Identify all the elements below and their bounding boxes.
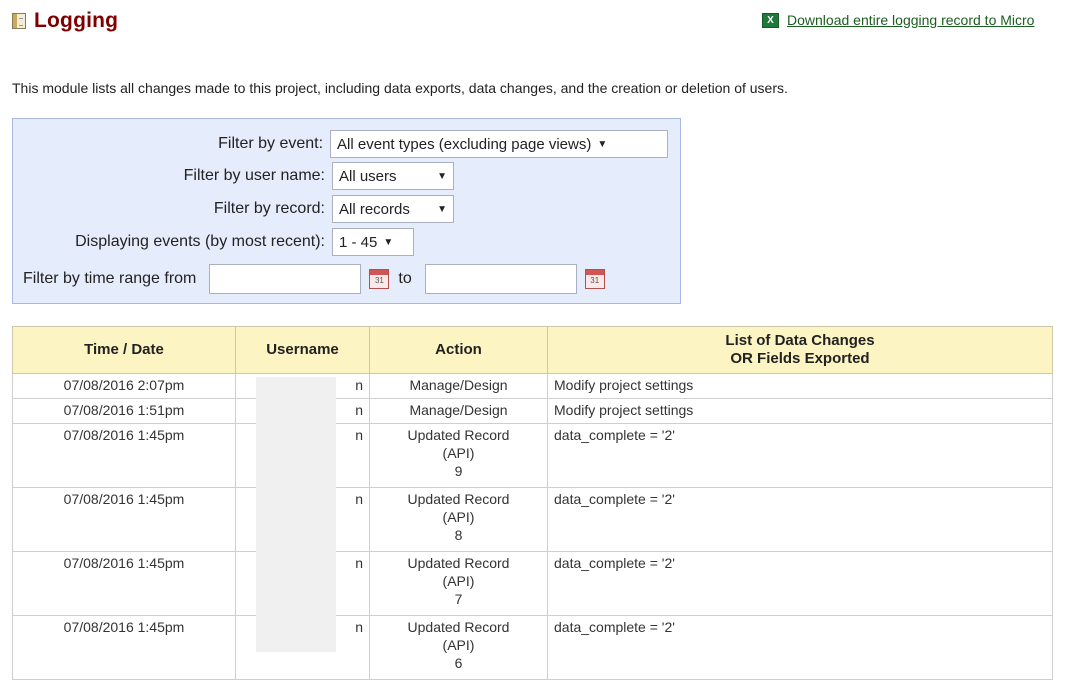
filter-record-select[interactable]: All records ▼ — [332, 195, 454, 223]
action-record-id: 7 — [454, 591, 463, 607]
col-header-action: Action — [369, 326, 548, 374]
filter-event-select[interactable]: All event types (excluding page views) ▼ — [330, 130, 668, 158]
redacted-username-block — [256, 377, 336, 652]
cell-action: Updated Record (API) 6 — [369, 615, 548, 680]
action-record-id: 9 — [454, 463, 463, 479]
calendar-from-icon[interactable] — [369, 269, 390, 289]
download-logging-link[interactable]: X Download entire logging record to Micr… — [762, 12, 1034, 28]
filter-event-value: All event types (excluding page views) — [337, 135, 592, 153]
action-record-id: 6 — [454, 655, 463, 671]
action-label: Updated Record — [407, 491, 510, 507]
cell-changes: data_complete = '2' — [547, 423, 1053, 488]
calendar-to-icon[interactable] — [584, 269, 605, 289]
cell-time: 07/08/2016 1:45pm — [12, 551, 236, 616]
cell-action: Manage/Design — [369, 373, 548, 399]
action-label: Updated Record — [407, 619, 510, 635]
cell-changes: data_complete = '2' — [547, 487, 1053, 552]
filter-record-label: Filter by record: — [213, 200, 325, 217]
table-row: 07/08/2016 1:45pm n Updated Record (API)… — [12, 423, 1053, 488]
filter-panel: Filter by event: All event types (exclud… — [12, 118, 681, 304]
download-link-label[interactable]: Download entire logging record to Micro — [787, 12, 1034, 28]
cell-action: Updated Record (API) 9 — [369, 423, 548, 488]
table-row: 07/08/2016 2:07pm n Manage/Design Modify… — [12, 373, 1053, 399]
display-range-select[interactable]: 1 - 45 ▼ — [332, 228, 414, 256]
display-range-label: Displaying events (by most recent): — [75, 233, 325, 250]
cell-time: 07/08/2016 1:45pm — [12, 487, 236, 552]
col-header-changes-line2: OR Fields Exported — [730, 350, 870, 367]
dropdown-arrow-icon: ▼ — [597, 138, 608, 150]
table-row: 07/08/2016 1:45pm n Updated Record (API)… — [12, 487, 1053, 552]
action-label: Manage/Design — [409, 377, 508, 393]
time-range-to-input[interactable] — [424, 264, 577, 294]
action-sublabel: (API) — [442, 637, 475, 653]
page-title: Logging — [34, 9, 119, 32]
cell-time: 07/08/2016 1:51pm — [12, 398, 236, 424]
col-header-changes-line1: List of Data Changes — [725, 332, 875, 349]
filter-user-value: All users — [339, 167, 397, 185]
filter-user-select[interactable]: All users ▼ — [332, 162, 454, 190]
action-sublabel: (API) — [442, 445, 475, 461]
time-range-to-label: to — [398, 270, 412, 287]
dropdown-arrow-icon: ▼ — [383, 236, 394, 248]
cell-changes: data_complete = '2' — [547, 615, 1053, 680]
filter-event-label: Filter by event: — [218, 135, 324, 152]
page-header: Logging — [12, 6, 118, 36]
cell-time: 07/08/2016 1:45pm — [12, 615, 236, 680]
cell-changes: Modify project settings — [547, 373, 1053, 399]
col-header-username: Username — [235, 326, 370, 374]
table-row: 07/08/2016 1:45pm n Updated Record (API)… — [12, 551, 1053, 616]
cell-action: Updated Record (API) 7 — [369, 551, 548, 616]
action-label: Manage/Design — [409, 402, 508, 418]
book-icon — [12, 13, 26, 29]
module-description: This module lists all changes made to th… — [12, 80, 788, 96]
table-row: 07/08/2016 1:51pm n Manage/Design Modify… — [12, 398, 1053, 424]
dropdown-arrow-icon: ▼ — [437, 170, 447, 182]
table-header-row: Time / Date Username Action List of Data… — [12, 326, 1053, 374]
action-label: Updated Record — [407, 555, 510, 571]
time-range-from-input[interactable] — [209, 264, 362, 294]
cell-changes: Modify project settings — [547, 398, 1053, 424]
cell-action: Manage/Design — [369, 398, 548, 424]
dropdown-arrow-icon: ▼ — [437, 203, 447, 215]
cell-action: Updated Record (API) 8 — [369, 487, 548, 552]
excel-icon: X — [762, 12, 779, 28]
action-label: Updated Record — [407, 427, 510, 443]
cell-changes: data_complete = '2' — [547, 551, 1053, 616]
col-header-time: Time / Date — [12, 326, 236, 374]
action-record-id: 8 — [454, 527, 463, 543]
cell-time: 07/08/2016 2:07pm — [12, 373, 236, 399]
action-sublabel: (API) — [442, 573, 475, 589]
time-range-label: Filter by time range from — [23, 270, 197, 287]
display-range-value: 1 - 45 — [339, 233, 378, 251]
logging-table: Time / Date Username Action List of Data… — [12, 326, 1053, 680]
filter-user-label: Filter by user name: — [183, 167, 325, 184]
action-sublabel: (API) — [442, 509, 475, 525]
col-header-changes: List of Data Changes OR Fields Exported — [547, 326, 1053, 374]
cell-time: 07/08/2016 1:45pm — [12, 423, 236, 488]
table-row: 07/08/2016 1:45pm n Updated Record (API)… — [12, 615, 1053, 680]
filter-record-value: All records — [339, 200, 410, 218]
